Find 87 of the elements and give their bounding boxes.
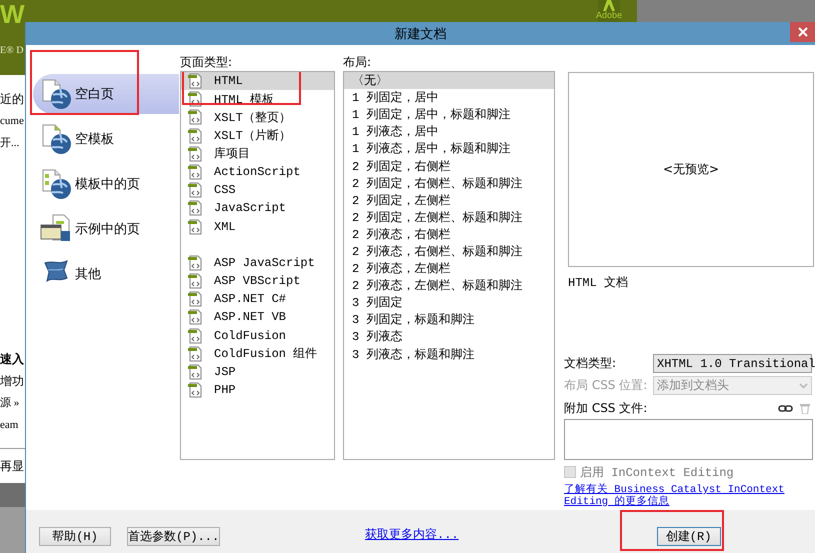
- code-file-icon: [187, 200, 203, 216]
- preferences-button[interactable]: 首选参数(P)...: [127, 527, 220, 546]
- field-label: 文档类型:: [564, 355, 618, 372]
- template-globe-icon: [40, 123, 72, 155]
- help-button[interactable]: 帮助(H): [39, 527, 111, 546]
- code-file-icon: [187, 218, 203, 235]
- background-text: 源 »: [0, 396, 20, 411]
- link-icon: [778, 404, 793, 412]
- code-file-icon: [187, 109, 203, 126]
- page-type-item[interactable]: HTML: [181, 72, 334, 90]
- page-type-item[interactable]: 库项目: [181, 144, 334, 163]
- page-type-item[interactable]: ASP JavaScript: [181, 254, 334, 272]
- code-file-icon: [187, 164, 203, 180]
- page-type-item[interactable]: ASP VBScript: [181, 272, 334, 290]
- code-file-icon: [187, 128, 203, 144]
- layout-item[interactable]: 1 列液态，居中: [344, 123, 554, 140]
- background-text: eam: [0, 418, 20, 433]
- page-type-item[interactable]: JavaScript: [181, 199, 334, 218]
- layout-item[interactable]: 1 列固定，居中，标题和脚注: [344, 106, 554, 124]
- create-button[interactable]: 创建(R): [656, 527, 721, 546]
- background-text: 增功: [0, 373, 25, 390]
- code-file-icon: [187, 291, 203, 308]
- code-file-icon: [187, 382, 203, 398]
- page-type-item[interactable]: ASP.NET VB: [181, 308, 334, 326]
- code-file-icon: [187, 309, 203, 326]
- layout-item[interactable]: 1 列液态，居中，标题和脚注: [344, 140, 554, 158]
- code-file-icon: [187, 346, 203, 362]
- list-label: 布局:: [343, 55, 372, 71]
- caret-icon: [799, 382, 808, 388]
- layout-item[interactable]: 3 列液态: [344, 328, 554, 346]
- code-file-icon: [187, 272, 203, 289]
- background-text: 近的: [0, 91, 25, 108]
- layout-item[interactable]: 3 列液态，标题和脚注: [344, 346, 554, 363]
- layout-item[interactable]: 2 列液态，右侧栏、标题和脚注: [344, 242, 554, 260]
- category-item[interactable]: 空白页: [33, 74, 179, 114]
- layout-item[interactable]: 2 列固定，左侧栏: [344, 192, 554, 209]
- trash-icon: [800, 402, 810, 414]
- code-file-icon: [187, 182, 203, 198]
- layout-item[interactable]: 2 列固定，右侧栏、标题和脚注: [344, 174, 554, 192]
- page-type-item[interactable]: ColdFusion: [181, 326, 334, 345]
- layout-item[interactable]: 2 列固定，左侧栏、标题和脚注: [344, 208, 554, 226]
- layout-item[interactable]: 2 列固定，右侧栏: [344, 157, 554, 175]
- list-label: 页面类型:: [180, 55, 234, 71]
- layout-item[interactable]: 3 列固定，标题和脚注: [344, 311, 554, 328]
- brand-name: Adobe: [596, 11, 622, 20]
- page-type-item[interactable]: JSP: [181, 362, 334, 381]
- page-type-item[interactable]: ColdFusion 组件: [181, 344, 334, 363]
- layout-item[interactable]: 〈无〉: [344, 72, 554, 90]
- close-button[interactable]: [790, 22, 815, 42]
- layout-item[interactable]: 2 列液态，右侧栏: [344, 226, 554, 243]
- layout-item[interactable]: 2 列液态，左侧栏、标题和脚注: [344, 277, 554, 294]
- window-title: 新建文档: [394, 26, 448, 42]
- page-type-item[interactable]: XSLT（整页）: [181, 108, 334, 127]
- page-type-item[interactable]: ASP.NET C#: [181, 290, 334, 308]
- background-text: 开...: [0, 136, 20, 151]
- learn-more-link[interactable]: 了解有关 Business Catalyst InContext Editing 的更多信息: [564, 484, 814, 508]
- close-icon: [798, 27, 808, 37]
- code-file-icon: [187, 364, 203, 380]
- more-content-link[interactable]: 获取更多内容...: [365, 527, 459, 544]
- layout-item[interactable]: 1 列固定，居中: [344, 89, 554, 106]
- code-file-icon: [187, 254, 203, 271]
- template-globe-icon: [40, 168, 72, 200]
- page-globe-icon: [40, 78, 72, 110]
- page-type-item[interactable]: CSS: [181, 181, 334, 200]
- page-type-item[interactable]: PHP: [181, 381, 334, 400]
- page-type-item[interactable]: XSLT（片断）: [181, 126, 334, 145]
- brand-logo-icon: [603, 0, 615, 11]
- background-text: cume: [0, 114, 25, 129]
- preview-text: <无预览>: [662, 161, 720, 178]
- page-type-item[interactable]: XML: [181, 218, 334, 236]
- css-file-list[interactable]: [564, 419, 813, 460]
- category-item[interactable]: 模板中的页: [33, 164, 179, 204]
- category-item[interactable]: 其他: [33, 254, 179, 294]
- code-file-icon: [187, 146, 203, 162]
- page-type-item[interactable]: ActionScript: [181, 162, 334, 182]
- field-label: 布局 CSS 位置:: [564, 377, 648, 394]
- layout-item[interactable]: 2 列液态，左侧栏: [344, 260, 554, 278]
- category-item[interactable]: 空模板: [33, 119, 179, 159]
- banner-tagline: E® D: [0, 45, 24, 56]
- code-file-icon: [187, 328, 203, 344]
- layout-item[interactable]: 3 列固定: [344, 294, 554, 312]
- field-label: 附加 CSS 文件:: [564, 400, 648, 416]
- document-description: HTML 文档: [568, 275, 630, 291]
- checkbox-label: 启用 InContext Editing: [580, 464, 734, 480]
- category-item[interactable]: 示例中的页: [33, 209, 179, 249]
- background-text: 速入: [0, 351, 25, 368]
- logo-letter: W: [0, 1, 25, 27]
